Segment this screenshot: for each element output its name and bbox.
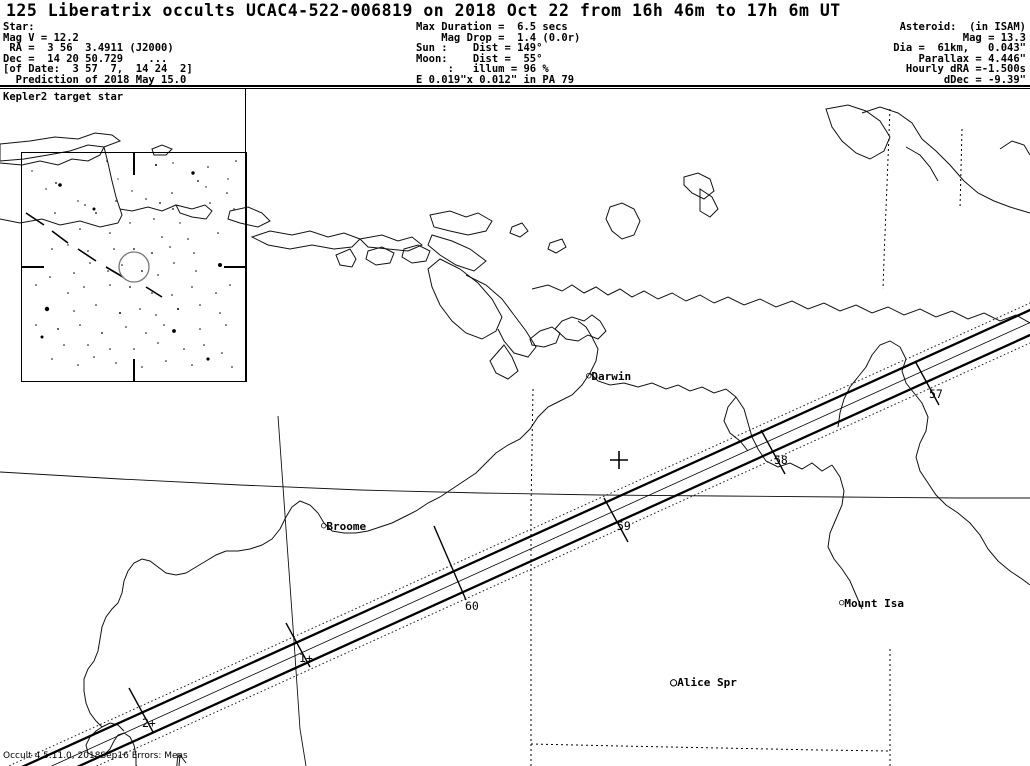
target-star-circle — [118, 251, 150, 283]
occultation-prediction-page: 125 Liberatrix occults UCAC4-522-006819 … — [0, 0, 1030, 766]
page-title: 125 Liberatrix occults UCAC4-522-006819 … — [6, 1, 841, 20]
track-time-ticks — [128, 360, 940, 733]
centre-cross-marker — [610, 451, 628, 469]
star-info-block: Star: Mag V = 12.2 RA = 3 56 3.4911 (J20… — [3, 21, 193, 86]
event-circumstances-block: Max Duration = 6.5 secs Mag Drop = 1.4 (… — [416, 21, 581, 86]
star-field-vector — [22, 153, 246, 381]
latitude-line-group — [0, 471, 1030, 499]
reticle-ticks — [22, 153, 246, 381]
city-label-broome: ○Broome — [321, 520, 367, 533]
star-points — [31, 160, 237, 368]
city-label-mount-isa: ○Mount Isa — [839, 597, 905, 610]
city-label-darwin: ○Darwin — [586, 370, 632, 383]
track-tick-label-58: 58 — [774, 453, 788, 467]
header-divider — [0, 85, 1030, 87]
track-tick-label-57: 57 — [929, 387, 943, 401]
inset-title: Kepler2 target star — [3, 91, 124, 103]
target-star-field-inset — [21, 152, 247, 382]
track-tick-label-2plus: 2+ — [142, 716, 156, 730]
city-label-alice-springs: ○Alice Spr — [670, 675, 737, 689]
asteroid-info-block: Asteroid: (in ISAM) Mag = 13.3 Dia = 61k… — [893, 21, 1026, 86]
track-tick-label-60: 60 — [465, 599, 479, 613]
track-tick-label-59: 59 — [617, 519, 631, 533]
meridian-line-group — [277, 415, 307, 766]
asteroid-motion-track — [25, 212, 163, 298]
header-panel: 125 Liberatrix occults UCAC4-522-006819 … — [0, 0, 1030, 89]
software-credit: Occult 4.5.11.0, 2018Sep16 Errors: Meas — [3, 751, 188, 761]
track-tick-label-1plus: 1+ — [299, 651, 313, 665]
